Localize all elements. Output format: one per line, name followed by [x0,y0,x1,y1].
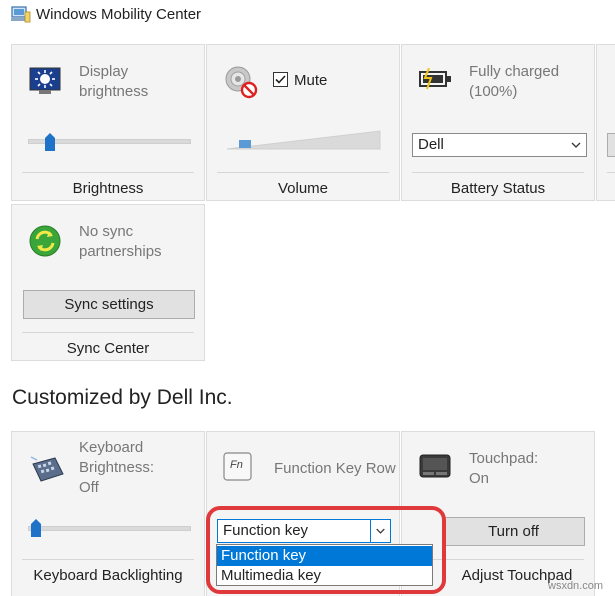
brightness-tile: Display brightness Brightness [11,44,205,201]
sync-settings-button[interactable]: Sync settings [23,290,195,319]
fn-key-icon-text: Fn [230,459,243,471]
brightness-slider-thumb[interactable] [44,132,56,152]
mute-label[interactable]: Mute [294,71,327,91]
chevron-down-icon [571,142,581,148]
keyboard-slider-thumb[interactable] [30,518,42,538]
keyboard-backlighting-tile: Keyboard Brightness: Off Keyboard Backli… [11,431,205,596]
keyboard-backlight-icon [30,456,64,482]
volume-slider-thumb[interactable] [239,140,251,148]
highlight-annotation [206,506,446,594]
mobility-center-icon [11,6,31,23]
touchpad-icon [419,454,451,478]
sync-caption: Sync Center [66,340,150,357]
title-bar: Windows Mobility Center [0,0,615,30]
volume-divider [217,172,389,173]
brightness-label-line1: Display [79,63,129,80]
keyboard-divider [22,559,194,560]
sync-label-line2: partnerships [79,243,162,260]
sync-divider [22,332,194,333]
sync-label-line1: No sync [79,223,134,240]
fnrow-label: Function Key Row [274,460,396,477]
battery-caption: Battery Status [450,180,546,197]
keyboard-label-line2: Brightness: [79,459,155,476]
brightness-caption: Brightness [72,180,144,197]
partial-tile [596,44,615,201]
power-plan-dropdown[interactable]: Dell [412,133,587,157]
battery-charging-icon [419,68,451,90]
volume-tile: Mute Volume [206,44,400,201]
battery-tile: Fully charged (100%) Dell Battery Status [401,44,595,201]
volume-caption: Volume [277,180,329,197]
keyboard-label-line3: Off [79,479,99,496]
display-brightness-icon [29,67,61,94]
battery-divider [412,172,584,173]
speaker-muted-icon [225,66,258,99]
sync-icon [29,225,61,257]
keyboard-caption: Keyboard Backlighting [33,567,183,584]
sync-center-tile: No sync partnerships Sync settings Sync … [11,204,205,361]
brightness-divider [22,172,194,173]
brightness-label-line2: brightness [79,83,149,100]
section-heading: Customized by Dell Inc. [12,386,233,409]
window-title: Windows Mobility Center [36,6,202,23]
partial-tile-divider [607,172,615,173]
keyboard-label-line1: Keyboard [79,439,144,456]
battery-label-line1: Fully charged [469,63,560,80]
checkmark-icon [275,75,286,84]
touchpad-label-line2: On [469,470,490,487]
power-plan-value: Dell [418,136,444,153]
partial-tile-control[interactable] [607,133,615,157]
mute-checkbox[interactable] [273,72,288,87]
watermark-text: wsxdn.com [548,580,604,592]
touchpad-label-line1: Touchpad: [469,450,539,467]
touchpad-turn-off-button[interactable]: Turn off [442,517,585,546]
keyboard-slider-track[interactable] [28,526,191,531]
battery-label-line2: (100%) [469,83,518,100]
